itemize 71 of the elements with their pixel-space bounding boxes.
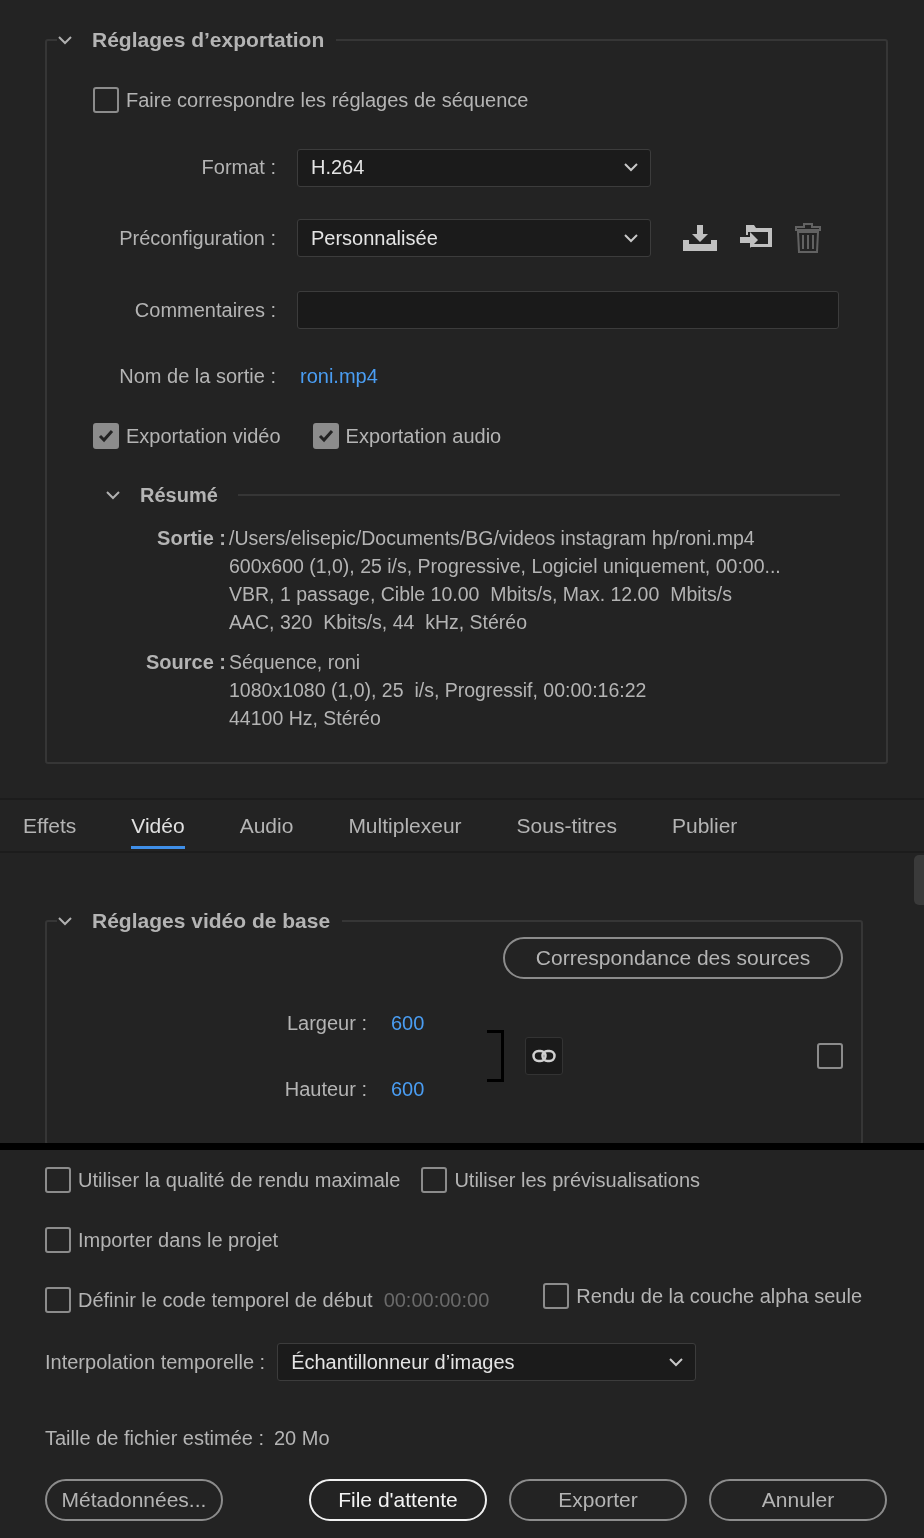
summary-line: VBR, 1 passage, Cible 10.00 Mbits/s, Max. 12.00 Mbits/s [229,582,733,607]
format-dropdown[interactable]: H.264 [297,148,651,187]
checkbox[interactable] [543,1283,570,1309]
link-bracket [487,1030,504,1082]
width-value[interactable]: 600 [391,1009,487,1037]
checkbox-label: Utiliser les prévisualisations [454,1168,701,1192]
checkbox-label: Rendu de la couche alpha seule [576,1284,863,1308]
checkbox[interactable] [45,1287,71,1313]
checkbox[interactable] [312,423,339,449]
scrollbar-thumb[interactable] [914,855,924,905]
height-value[interactable]: 600 [391,1075,487,1103]
preset-dropdown[interactable]: Personnalisée [297,219,651,257]
checkbox[interactable] [45,1167,71,1193]
file-size-value: 20 Mo [274,1426,330,1450]
checkbox[interactable] [421,1167,448,1193]
field-label: Largeur : [285,1011,367,1036]
dialog-button[interactable]: Exporter [509,1479,687,1521]
output-name-link[interactable]: roni.mp4 [297,364,378,388]
summary-line: 44100 Hz, Stéréo [229,706,382,731]
tab[interactable]: Publier [660,800,749,851]
chevron-icon[interactable] [57,916,73,926]
tab[interactable]: Audio [228,800,305,851]
checkbox-label: Exportation audio [345,424,502,448]
checkbox-label: Définir le code temporel de début [78,1288,373,1312]
summary-line: /Users/elisepic/Documents/BG/videos instagram hp/roni.mp4 [229,526,756,551]
chain-link-button[interactable] [525,1037,563,1075]
checkbox[interactable] [93,423,119,449]
section-title: Réglages vidéo de base [92,909,331,933]
caret-icon [624,233,638,243]
dialog-button[interactable]: Annuler [709,1479,887,1521]
tab[interactable]: Vidéo [120,800,196,851]
tab[interactable]: Sous-titres [505,800,628,851]
checkbox[interactable] [45,1227,71,1253]
checkbox-label: Importer dans le projet [78,1228,279,1252]
checkbox[interactable] [817,1043,843,1069]
summary-line: AAC, 320 Kbits/s, 44 kHz, Stéréo [229,610,529,635]
checkbox-label: Utiliser la qualité de rendu maximale [78,1168,401,1192]
caret-icon [624,163,638,172]
chevron-icon[interactable] [105,490,121,500]
field-label: Commentaires : [133,298,276,322]
checkbox-label: Faire correspondre les réglages de séquence [126,88,529,112]
download-icon[interactable] [683,225,717,251]
summary-title: Résumé [140,483,218,507]
interpolation-dropdown[interactable]: Échantillonneur d’images [277,1343,697,1381]
tab[interactable]: Effets [12,800,88,851]
summary-label: Sortie : [156,526,226,551]
comments-field[interactable] [297,291,839,329]
field-label: Nom de la sortie : [118,364,276,388]
timecode-value: 00:00:00:00 [383,1288,490,1312]
section-title: Réglages d’exportation [92,28,325,52]
checkmark-icon [97,427,115,445]
summary-line: Séquence, roni [229,650,362,675]
field-label: Format : [200,156,276,179]
summary-line: 1080x1080 (1,0), 25 i/s, Progressif, 00:00:16:22 [229,678,647,703]
chain-link-icon [532,1049,556,1063]
dialog-button[interactable]: File d'attente [309,1479,487,1521]
summary-line: 600x600 (1,0), 25 i/s, Progressive, Logiciel uniquement, 00:00... [229,554,781,579]
import-icon[interactable] [740,225,772,251]
dialog-button[interactable]: Métadonnées... [45,1479,223,1521]
checkmark-icon [316,427,335,445]
tab[interactable]: Multiplexeur [337,800,473,851]
summary-label: Source : [144,650,226,675]
field-label: Taille de fichier estimée : [45,1426,264,1450]
caret-icon [669,1357,684,1367]
field-label: Hauteur : [283,1077,367,1102]
field-label: Préconfiguration : [118,226,276,250]
checkbox[interactable] [93,87,119,113]
match-source-button[interactable]: Correspondance des sources [503,937,843,979]
chevron-icon[interactable] [57,35,73,45]
field-label: Interpolation temporelle : [45,1350,266,1374]
checkbox-label: Exportation vidéo [126,424,281,448]
